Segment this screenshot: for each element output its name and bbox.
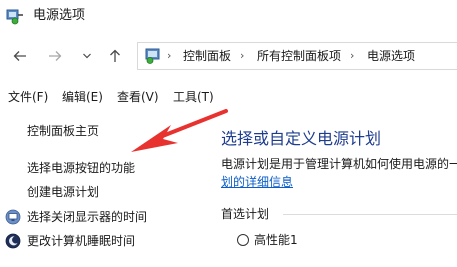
sidebar-item-sleep-time[interactable]: 更改计算机睡眠时间: [27, 233, 135, 249]
navigation-bar: › 控制面板 › 所有控制面板项 › 电源选项: [0, 38, 457, 74]
monitor-icon: [5, 209, 21, 225]
breadcrumb-separator: ›: [350, 49, 355, 62]
power-options-window: 电源选项 › 控制面板 › 所有控制面板项 › 电源选项 文件(F) 编辑(E)…: [0, 0, 457, 267]
preferred-plans-label: 首选计划: [221, 207, 270, 221]
menu-tools[interactable]: 工具(T): [173, 89, 214, 105]
breadcrumb-control-panel[interactable]: 控制面板: [183, 48, 231, 64]
breadcrumb-all-items[interactable]: 所有控制面板项: [257, 48, 341, 64]
page-description: 电源计划是用于管理计算机如何使用电源的一: [221, 157, 457, 171]
moon-icon: [5, 233, 21, 249]
sidebar-item-display-off-time[interactable]: 选择关闭显示器的时间: [27, 209, 147, 225]
menu-file[interactable]: 文件(F): [8, 89, 48, 105]
sidebar-item-power-button-function[interactable]: 选择电源按钮的功能: [27, 160, 135, 176]
back-arrow-icon: [13, 51, 26, 61]
sidebar-item-create-power-plan[interactable]: 创建电源计划: [27, 184, 99, 200]
address-bar[interactable]: › 控制面板 › 所有控制面板项 › 电源选项: [137, 42, 457, 70]
menu-view[interactable]: 查看(V): [117, 89, 159, 105]
chevron-down-icon: [83, 53, 91, 59]
plan-details-link[interactable]: 划的详细信息: [221, 174, 293, 190]
up-arrow-icon: [110, 49, 120, 62]
power-options-icon: [6, 7, 24, 25]
plan-radio-high-performance[interactable]: [237, 234, 249, 246]
plan-label-high-performance[interactable]: 高性能1: [254, 232, 298, 248]
forward-arrow-icon: [49, 51, 62, 61]
menu-edit[interactable]: 编辑(E): [62, 89, 103, 105]
breadcrumb-separator: ›: [240, 49, 245, 62]
title-bar: 电源选项: [0, 0, 457, 32]
breadcrumb-separator: ›: [167, 49, 172, 62]
recent-locations-dropdown[interactable]: [78, 47, 96, 65]
menu-bar: 文件(F) 编辑(E) 查看(V) 工具(T): [0, 86, 457, 108]
control-panel-icon: [144, 47, 162, 65]
sidebar-item-control-panel-home[interactable]: 控制面板主页: [27, 123, 99, 139]
back-button[interactable]: [11, 47, 29, 65]
task-pane: 控制面板主页 选择电源按钮的功能 创建电源计划 选择关闭显示器的时间 更改计算机…: [0, 112, 205, 267]
breadcrumb-power-options[interactable]: 电源选项: [367, 48, 415, 64]
page-heading: 选择或自定义电源计划: [221, 129, 382, 148]
group-divider: [283, 214, 457, 215]
window-title: 电源选项: [33, 8, 86, 23]
forward-button[interactable]: [46, 47, 64, 65]
up-button[interactable]: [106, 47, 124, 65]
